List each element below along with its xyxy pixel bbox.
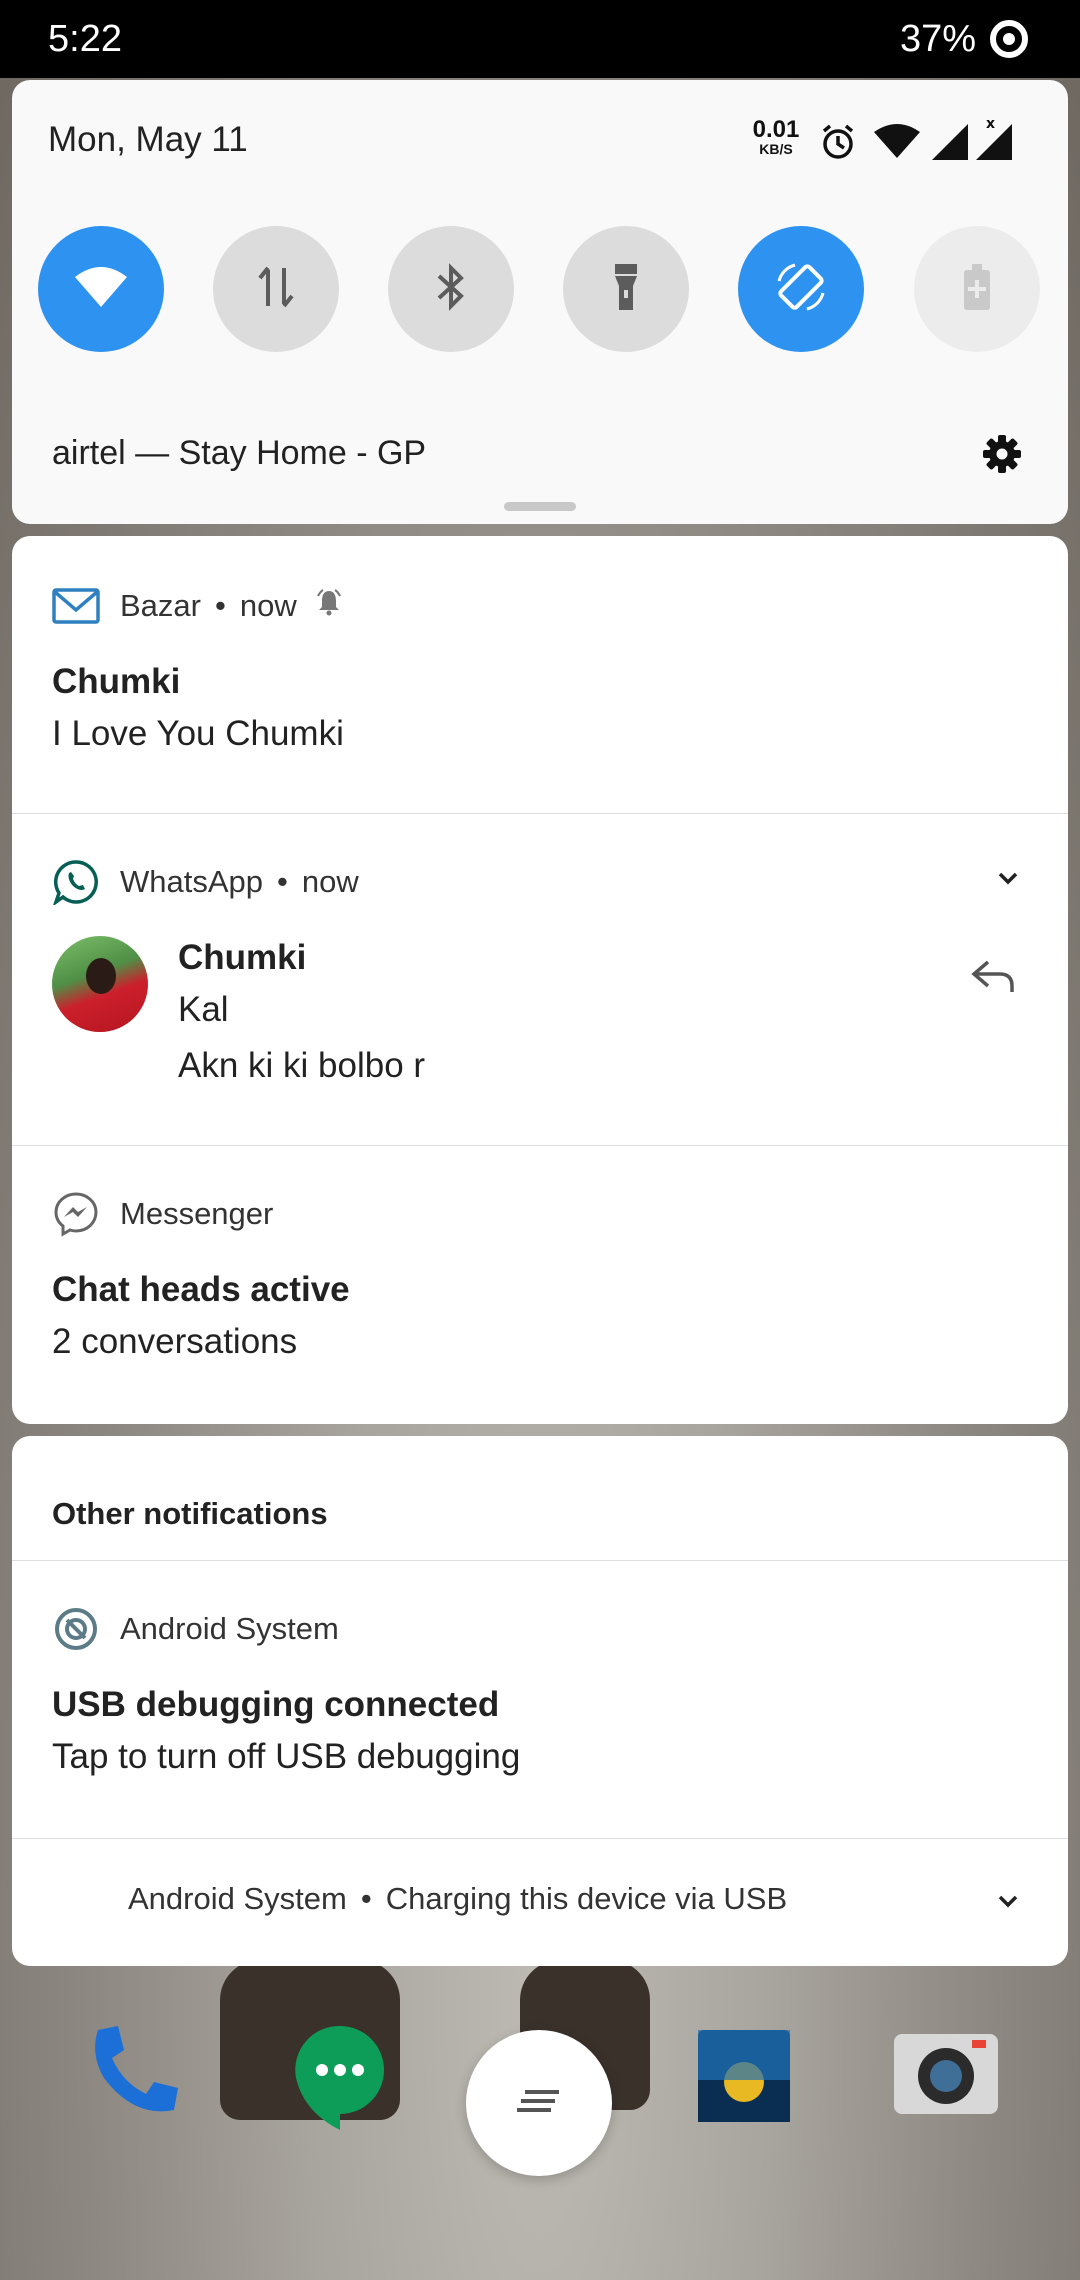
battery-ring-icon [990, 20, 1028, 58]
notification-body: 2 conversations [52, 1322, 298, 1361]
notification-title: Chumki [178, 938, 307, 977]
expand-handle[interactable] [504, 502, 576, 511]
app-name: Bazar [120, 588, 201, 623]
signal-icon-sim2: x [974, 116, 1014, 167]
messenger-icon [52, 1190, 100, 1238]
bluetooth-icon [433, 262, 469, 317]
svg-text:x: x [986, 116, 995, 132]
network-speed: 0.01 KB/S [746, 116, 806, 157]
message-line: Akn ki ki bolbo r [178, 1046, 426, 1085]
bluetooth-tile[interactable] [388, 226, 514, 352]
notification-manage-button[interactable] [466, 2030, 612, 2176]
notification-whatsapp[interactable]: WhatsApp • now Chumki Kal Akn ki ki bolb… [12, 814, 1068, 1146]
notification-title: Chumki [52, 662, 181, 701]
separator-dot: • [360, 1881, 372, 1916]
network-speed-unit: KB/S [759, 141, 793, 157]
status-bar: 5:22 37% [0, 0, 1080, 78]
message-line: Kal [178, 990, 229, 1029]
notification-time: now [301, 864, 359, 899]
hangouts-app-icon[interactable] [290, 2022, 390, 2137]
status-time: 5:22 [48, 18, 122, 60]
wifi-icon [73, 265, 129, 314]
notification-time: now [239, 588, 297, 623]
battery-saver-icon [962, 262, 992, 317]
battery-percentage: 37% [899, 18, 976, 60]
settings-gear-icon[interactable] [982, 434, 1022, 479]
battery-saver-tile[interactable] [914, 226, 1040, 352]
separator-dot: • [277, 864, 288, 899]
signal-icon-sim1 [930, 122, 970, 167]
auto-rotate-icon [773, 259, 829, 320]
notification-header: Bazar • now [52, 582, 343, 630]
network-speed-value: 0.01 [752, 116, 800, 143]
notification-messenger[interactable]: Messenger Chat heads active 2 conversati… [12, 1146, 1068, 1424]
other-notifications-card: Other notifications Android System USB d… [12, 1436, 1068, 1966]
auto-rotate-tile[interactable] [738, 226, 864, 352]
camera-app-icon[interactable] [892, 2030, 1000, 2123]
clear-all-icon [515, 2086, 563, 2121]
alarm-icon [818, 122, 858, 167]
notification-header: WhatsApp • now [52, 858, 359, 906]
notification-title: USB debugging connected [52, 1685, 500, 1724]
expand-chevron-icon[interactable] [996, 1893, 1020, 1914]
flashlight-tile[interactable] [563, 226, 689, 352]
expand-chevron-icon[interactable] [996, 870, 1020, 891]
notification-summary: Charging this device via USB [385, 1881, 788, 1916]
flashlight-icon [611, 262, 641, 317]
whatsapp-icon [52, 858, 100, 906]
quick-settings-panel: Mon, May 11 0.01 KB/S x airtel — Stay Ho… [12, 80, 1068, 524]
gallery-app-icon[interactable] [698, 2030, 790, 2127]
notification-header: Android System [52, 1605, 339, 1653]
alert-bell-icon [315, 588, 343, 624]
data-transfer-icon [254, 264, 298, 315]
avatar-face [86, 958, 116, 994]
wifi-status-icon [872, 122, 922, 167]
app-name: WhatsApp [120, 864, 264, 899]
notification-body: I Love You Chumki [52, 714, 344, 753]
reply-icon[interactable] [970, 956, 1016, 1001]
notification-title: Chat heads active [52, 1270, 350, 1309]
mail-icon [52, 582, 100, 630]
notification-header: Android System • Charging this device vi… [128, 1881, 787, 1917]
phone-app-icon[interactable] [84, 2022, 184, 2127]
qs-date: Mon, May 11 [48, 120, 248, 159]
notification-body: Tap to turn off USB debugging [52, 1737, 521, 1776]
separator-dot: • [214, 588, 226, 623]
wifi-tile[interactable] [38, 226, 164, 352]
android-system-icon [52, 1605, 100, 1653]
carrier-name: airtel — Stay Home - GP [52, 434, 427, 472]
notification-header: Messenger [52, 1190, 273, 1238]
app-name: Messenger [120, 1196, 274, 1231]
notifications-card: Bazar • now Chumki I Love You Chumki Wha… [12, 536, 1068, 1424]
mobile-data-tile[interactable] [213, 226, 339, 352]
notification-bazar[interactable]: Bazar • now Chumki I Love You Chumki [12, 536, 1068, 814]
contact-avatar [52, 936, 148, 1032]
app-name: Android System [128, 1881, 347, 1916]
notification-usb-debugging[interactable]: Android System USB debugging connected T… [12, 1561, 1068, 1839]
section-header: Other notifications [52, 1496, 328, 1531]
notification-charging[interactable]: Android System • Charging this device vi… [12, 1839, 1068, 1966]
app-name: Android System [120, 1611, 339, 1646]
